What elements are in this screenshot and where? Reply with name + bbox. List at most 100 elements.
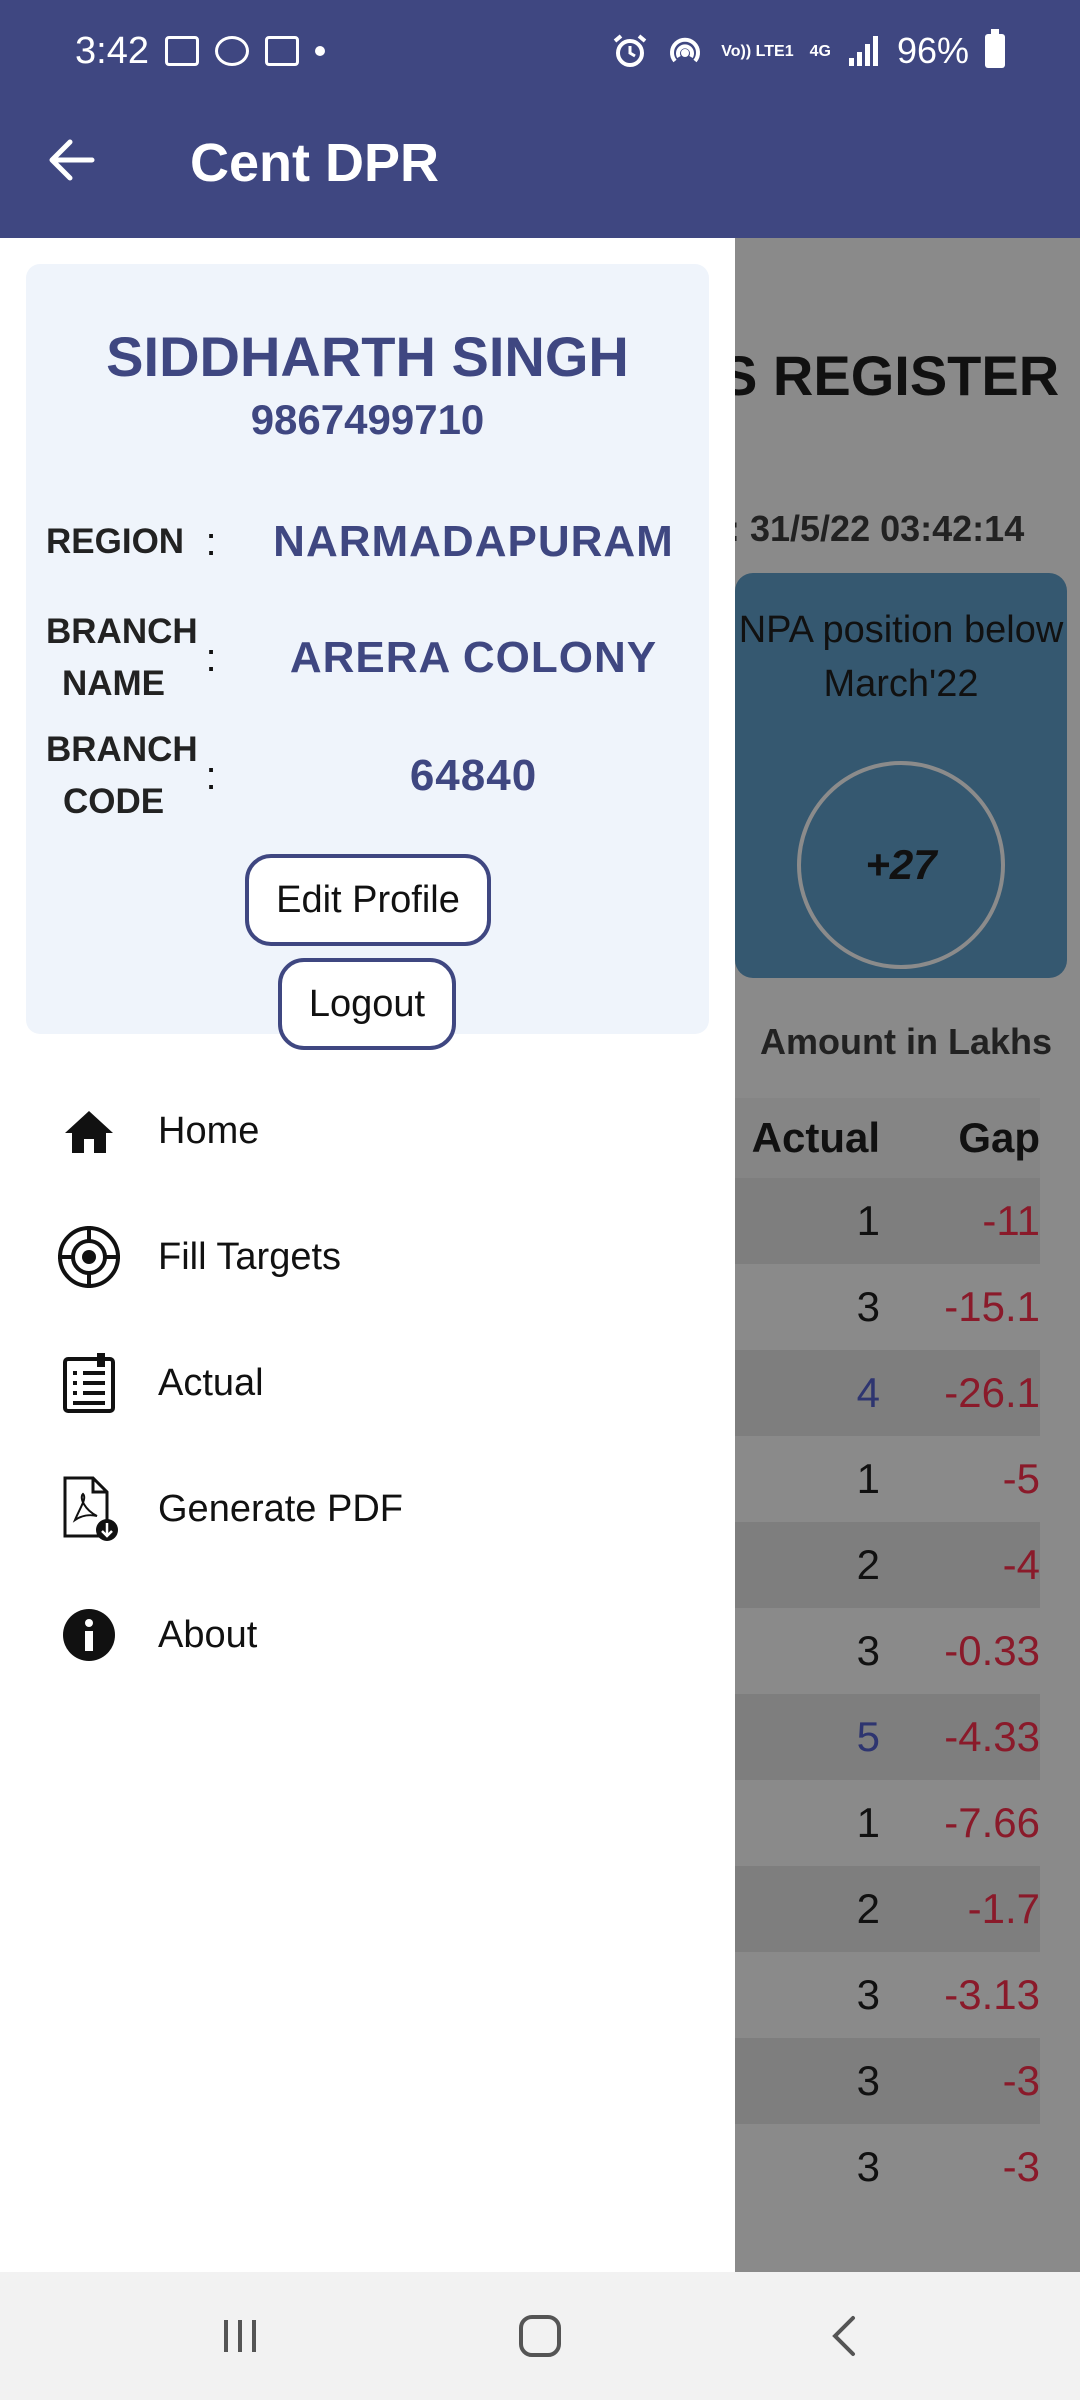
cell-gap: -11 — [982, 1197, 1040, 1244]
app-title: Cent DPR — [190, 133, 440, 193]
status-time: 3:42 — [75, 30, 149, 72]
cell-actual: 2 — [856, 1541, 880, 1588]
table-row: 1 -11 — [720, 1178, 1040, 1264]
home-icon — [56, 1098, 122, 1164]
header-gap: Gap — [958, 1114, 1040, 1161]
cell-gap: -3.13 — [944, 1971, 1040, 2018]
home-nav-icon — [519, 2315, 561, 2357]
menu-item-fill-targets[interactable]: Fill Targets — [0, 1194, 735, 1320]
alarm-icon — [614, 34, 647, 67]
cell-gap: -3 — [1002, 2057, 1040, 2104]
branch-name-colon: : — [205, 635, 217, 680]
cell-actual: 5 — [856, 1713, 880, 1760]
cell-actual: 3 — [856, 2143, 880, 2190]
navigation-drawer: SIDDHARTH SINGH 9867499710 REGION : NARM… — [0, 238, 735, 2272]
volte-indicator: Vo)) LTE1 — [721, 42, 794, 60]
table-row: 1 -7.66 — [720, 1780, 1040, 1866]
branch-name-label: BRANCH NAME — [46, 612, 198, 703]
table-row: 2 -1.7 — [720, 1866, 1040, 1952]
system-nav-bar — [0, 2272, 1080, 2400]
table-row: 3 -3 — [720, 2038, 1040, 2124]
back-nav-icon — [832, 2316, 855, 2356]
branch-name-value: ARERA COLONY — [289, 633, 658, 682]
cell-actual: 3 — [856, 1971, 880, 2018]
cell-actual: 2 — [856, 1885, 880, 1932]
region-label: REGION — [46, 522, 185, 561]
header-actual: Actual — [751, 1114, 880, 1161]
arrow-left-icon[interactable] — [42, 130, 102, 190]
menu-item-actual[interactable]: Actual — [0, 1320, 735, 1446]
menu-label-home: Home — [158, 1109, 260, 1152]
cell-actual: 3 — [856, 1283, 880, 1330]
table-row: 2 -4 — [720, 1522, 1040, 1608]
menu-item-home[interactable]: Home — [0, 1068, 735, 1194]
cell-gap: -26.1 — [944, 1369, 1040, 1416]
register-table: Actual Gap 1 -11 3 -15.1 4 -26.1 1 -5 2 -4 3 -0.33 5… — [720, 1098, 1040, 2210]
branch-code-colon: : — [205, 753, 217, 798]
cell-gap: -15.1 — [944, 1283, 1040, 1330]
back-nav-button[interactable] — [785, 2272, 905, 2400]
profile-phone: 9867499710 — [250, 396, 485, 443]
npa-card-title: NPA position below March'22 — [738, 609, 1064, 705]
pdf-download-icon — [56, 1476, 122, 1542]
table-header: Actual Gap — [720, 1098, 1040, 1178]
hotspot-icon — [670, 37, 701, 63]
document-list-icon — [56, 1350, 122, 1416]
logout-button[interactable]: Logout — [278, 958, 456, 1050]
cell-gap: -5 — [1002, 1455, 1040, 1502]
recent-apps-button[interactable] — [180, 2272, 300, 2400]
cell-gap: -4 — [1002, 1541, 1040, 1588]
cell-actual: 1 — [856, 1197, 880, 1244]
battery-icon — [985, 29, 1005, 68]
menu-item-generate-pdf[interactable]: Generate PDF — [0, 1446, 735, 1572]
status-bar: 3:42 Vo)) LTE1 4G 96% — [0, 0, 1080, 110]
menu-item-about[interactable]: About — [0, 1572, 735, 1698]
signal-icon — [848, 36, 878, 66]
table-row: 1 -5 — [720, 1436, 1040, 1522]
notification-icons — [165, 36, 325, 66]
cell-gap: -4.33 — [944, 1713, 1040, 1760]
app-bar: 3:42 Vo)) LTE1 4G 96% Cent DPR — [0, 0, 1080, 238]
message-icon — [265, 36, 299, 66]
npa-value-circle: +27 — [797, 761, 1005, 969]
gallery-icon — [165, 36, 199, 66]
cell-actual: 1 — [856, 1799, 880, 1846]
home-nav-button[interactable] — [480, 2272, 600, 2400]
amount-note: Amount in Lakhs — [760, 1021, 1053, 1062]
target-icon — [56, 1224, 122, 1290]
system-icons: Vo)) LTE1 4G 96% — [611, 29, 1005, 72]
profile-card: SIDDHARTH SINGH 9867499710 REGION : NARM… — [26, 264, 709, 1050]
info-icon — [56, 1602, 122, 1668]
table-row: 3 -3.13 — [720, 1952, 1040, 2038]
network-type: 4G — [809, 42, 831, 60]
region-row: REGION : NARMADAPURAM — [46, 516, 706, 568]
cell-gap: -1.7 — [967, 1885, 1040, 1932]
menu-label-about: About — [158, 1613, 258, 1656]
region-colon: : — [205, 519, 217, 564]
register-date: : 31/5/22 03:42:14 — [728, 508, 1025, 549]
table-row: 3 -15.1 — [720, 1264, 1040, 1350]
cell-actual: 3 — [856, 2057, 880, 2104]
region-value: NARMADAPURAM — [273, 517, 674, 566]
cell-actual: 3 — [856, 1627, 880, 1674]
menu-label-generate-pdf: Generate PDF — [158, 1487, 403, 1530]
branch-code-row: BRANCH CODE : 64840 — [46, 724, 706, 828]
cell-gap: -7.66 — [944, 1799, 1040, 1846]
branch-code-value: 64840 — [409, 751, 538, 800]
branch-code-label: BRANCH CODE — [46, 730, 198, 821]
table-row: 3 -0.33 — [720, 1608, 1040, 1694]
menu-label-actual: Actual — [158, 1361, 264, 1404]
edit-profile-button[interactable]: Edit Profile — [245, 854, 491, 946]
npa-card: NPA position below March'22 +27 — [735, 573, 1067, 978]
cell-gap: -0.33 — [944, 1627, 1040, 1674]
more-notifications-icon — [315, 46, 325, 56]
table-row: 5 -4.33 — [720, 1694, 1040, 1780]
chat-icon — [215, 36, 249, 66]
drawer-menu: Home Fill Targets Actual Generate PDF Ab… — [0, 1068, 735, 1698]
table-row: 4 -26.1 — [720, 1350, 1040, 1436]
cell-gap: -3 — [1002, 2143, 1040, 2190]
branch-name-row: BRANCH NAME : ARERA COLONY — [46, 606, 706, 710]
recent-apps-icon — [224, 2320, 256, 2352]
cell-actual: 1 — [856, 1455, 880, 1502]
cell-actual: 4 — [856, 1369, 880, 1416]
